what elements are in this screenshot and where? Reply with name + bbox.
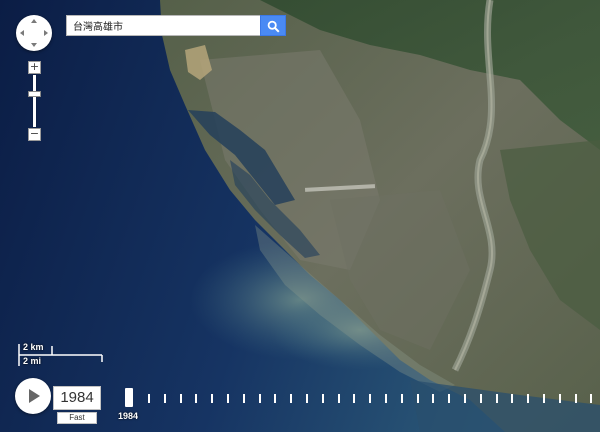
timeline-year-label: 1984 <box>118 411 139 421</box>
timeline-tick <box>369 394 372 403</box>
scale-bar: 2 km 2 mi <box>18 340 108 370</box>
search-input[interactable] <box>67 16 261 35</box>
timeline-slider[interactable]: 1984 <box>118 388 593 428</box>
search-box <box>66 15 286 36</box>
timeline-tick <box>590 394 593 403</box>
timeline-tick <box>385 394 387 403</box>
timeline-tick <box>558 394 561 403</box>
timeline-tick <box>448 394 451 403</box>
timeline-tick <box>274 394 277 403</box>
zoom-slider-handle[interactable] <box>28 91 41 97</box>
timeline-tick <box>432 394 435 403</box>
play-icon <box>29 389 40 403</box>
pan-left-icon[interactable] <box>20 30 24 36</box>
pan-up-icon[interactable] <box>31 19 37 23</box>
play-button[interactable] <box>15 378 51 414</box>
timeline-tick <box>148 394 150 403</box>
timeline-tick <box>416 394 419 403</box>
satellite-map[interactable]: + − 2 km 2 mi 1984 Fast 1984 <box>0 0 600 432</box>
timeline-handle[interactable] <box>125 388 133 407</box>
timeline-tick <box>227 394 229 403</box>
timeline-tick <box>543 394 545 403</box>
zoom-out-button[interactable]: − <box>28 128 41 141</box>
pan-control <box>16 15 52 51</box>
timeline-tick <box>527 394 530 403</box>
search-button[interactable] <box>260 15 286 36</box>
pan-right-icon[interactable] <box>44 30 48 36</box>
year-display: 1984 <box>53 386 101 410</box>
timeline-tick <box>464 394 466 403</box>
search-icon <box>267 20 280 33</box>
timeline-tick <box>163 394 166 403</box>
pan-down-icon[interactable] <box>31 43 37 47</box>
scale-mi-label: 2 mi <box>23 356 42 366</box>
timeline-tick <box>306 394 308 403</box>
timeline-tick <box>495 394 498 403</box>
timeline-tick <box>574 394 577 403</box>
zoom-slider-track[interactable] <box>33 75 36 127</box>
timeline-tick <box>479 394 482 403</box>
timeline-tick <box>337 394 340 403</box>
timeline-tick <box>400 394 403 403</box>
timeline-tick <box>321 394 324 403</box>
speed-button[interactable]: Fast <box>57 412 97 424</box>
timeline-tick <box>195 394 198 403</box>
scale-km-label: 2 km <box>23 342 44 352</box>
timeline-tick <box>179 394 182 403</box>
timeline-tick <box>242 394 245 403</box>
timeline-tick <box>353 394 356 403</box>
zoom-in-button[interactable]: + <box>28 61 41 74</box>
timeline-tick <box>290 394 293 403</box>
timeline-tick <box>258 394 261 403</box>
timeline-tick <box>511 394 514 403</box>
timeline-tick <box>211 394 214 403</box>
